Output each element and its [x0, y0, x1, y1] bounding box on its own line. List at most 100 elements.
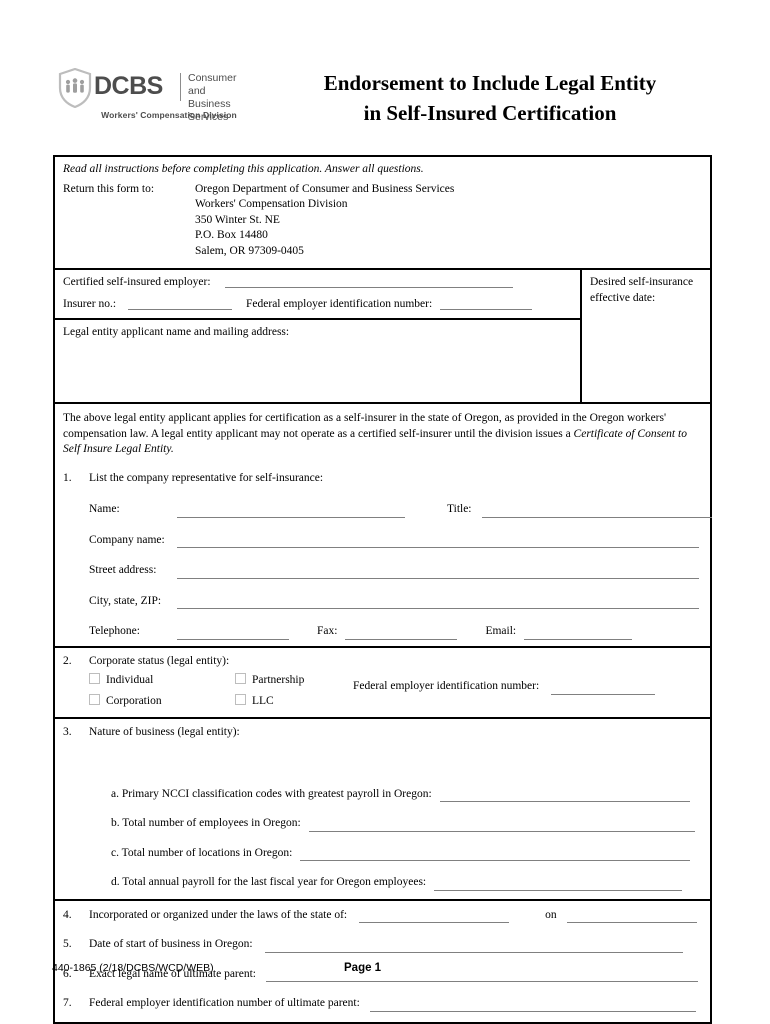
return-address-line-2: Workers' Compensation Division: [195, 198, 348, 210]
checkbox-corporation-box[interactable]: [89, 693, 100, 705]
checkbox-individual-box[interactable]: [89, 673, 100, 684]
insurer-no-input[interactable]: [128, 297, 233, 310]
rep-title-input[interactable]: [481, 505, 712, 518]
statement-and-item1-section: The above legal entity applicant applies…: [55, 402, 712, 646]
certified-employer-input[interactable]: [224, 275, 513, 288]
rep-city-label: City, state, ZIP:: [89, 594, 162, 607]
item-3c-label: c. Total number of locations in Oregon:: [111, 846, 293, 859]
item-3d-row: d. Total annual payroll for the last fis…: [89, 875, 702, 891]
rep-contact-row: Telephone: Fax: Email:: [89, 624, 712, 640]
employer-column: Certified self-insured employer: Insurer…: [55, 270, 580, 402]
desired-date-label-line2: effective date:: [590, 291, 656, 304]
checkbox-individual[interactable]: Individual: [89, 673, 235, 689]
dcbs-logo: DCBS Consumer and Business Services Work…: [54, 67, 237, 126]
corporate-status-col-1: Individual Corporation: [89, 673, 235, 709]
item-3-body: Nature of business (legal entity): a. Pr…: [89, 725, 702, 892]
insurer-no-label: Insurer no.:: [63, 298, 117, 310]
legal-entity-address-group: Legal entity applicant name and mailing …: [55, 318, 580, 402]
desired-date-column: Desired self-insurance effective date:: [580, 270, 710, 402]
item-3a-input[interactable]: [439, 789, 690, 802]
item-6-input[interactable]: [266, 969, 698, 982]
item-2-fein-label: Federal employer identification number:: [353, 680, 540, 692]
item-3-number: 3.: [63, 726, 72, 738]
item-4-on-label: on: [545, 908, 557, 921]
item-2-number: 2.: [63, 654, 72, 667]
checkbox-llc-box[interactable]: [235, 693, 246, 705]
item-2-fein-group: Federal employer identification number:: [353, 673, 702, 696]
form-body: Read all instructions before completing …: [53, 155, 712, 1024]
item-4-body: Incorporated or organized under the laws…: [89, 908, 702, 923]
page-title-line1: Endorsement to Include Legal Entity: [323, 71, 657, 95]
rep-name-input[interactable]: [177, 505, 405, 518]
item-3-answer-input[interactable]: [89, 741, 702, 785]
corporate-status-row: Individual Corporation Partnership LLC F…: [89, 673, 702, 709]
checkbox-corporation-label: Corporation: [106, 694, 162, 707]
page-title-line2: in Self-Insured Certification: [363, 101, 617, 125]
item-7-body: Federal employer identification number o…: [89, 996, 702, 1012]
item-4-date-input[interactable]: [566, 910, 697, 923]
dcbs-wordmark: DCBS: [94, 72, 163, 100]
rep-company-input[interactable]: [177, 535, 699, 548]
item-3d-input[interactable]: [434, 878, 683, 891]
item-4-label: Incorporated or organized under the laws…: [89, 908, 348, 921]
item-5-number: 5.: [63, 938, 72, 950]
rep-email-label: Email:: [485, 625, 517, 637]
rep-email-input[interactable]: [524, 627, 633, 640]
item-4-state-input[interactable]: [359, 910, 510, 923]
item-7-input[interactable]: [369, 999, 696, 1012]
desired-date-input[interactable]: [590, 306, 702, 366]
item-7-label: Federal employer identification number o…: [89, 997, 360, 1009]
checkbox-partnership[interactable]: Partnership: [235, 673, 353, 689]
item-3b-row: b. Total number of employees in Oregon:: [89, 816, 702, 832]
item-3d-label: d. Total annual payroll for the last fis…: [111, 876, 427, 888]
rep-name-row: Name: Title:: [89, 502, 712, 518]
document-header: DCBS Consumer and Business Services Work…: [0, 0, 770, 150]
item-3b-label: b. Total number of employees in Oregon:: [111, 817, 301, 829]
return-address-line-4: P.O. Box 14480: [195, 229, 268, 241]
checkbox-individual-label: Individual: [106, 674, 154, 686]
rep-city-input[interactable]: [177, 596, 699, 609]
item-5-input[interactable]: [264, 940, 683, 953]
certified-employer-group: Certified self-insured employer: Insurer…: [55, 270, 580, 318]
item-4-number: 4.: [63, 908, 72, 921]
fein-input[interactable]: [440, 297, 533, 310]
return-address-line-5: Salem, OR 97309-0405: [195, 244, 304, 257]
checkbox-corporation[interactable]: Corporation: [89, 693, 235, 710]
shield-people-icon: [58, 67, 92, 109]
item-7: 7. Federal employer identification numbe…: [63, 996, 702, 1013]
rep-fax-input[interactable]: [345, 627, 458, 640]
return-address-line-3: 350 Winter St. NE: [195, 213, 280, 226]
item-5: 5. Date of start of business in Oregon:: [63, 937, 702, 954]
item-3c-row: c. Total number of locations in Oregon:: [89, 846, 702, 861]
rep-title-label: Title:: [447, 503, 472, 515]
page-title: Endorsement to Include Legal Entity in S…: [240, 68, 740, 128]
item-3c-input[interactable]: [300, 848, 691, 861]
certified-employer-row: Certified self-insured employer:: [63, 275, 572, 288]
corporate-status-col-2: Partnership LLC: [235, 673, 353, 709]
desired-date-label-line1: Desired self-insurance: [590, 276, 694, 288]
item-2: 2. Corporate status (legal entity): Indi…: [63, 654, 702, 710]
item-7-number: 7.: [63, 997, 72, 1009]
rep-street-label: Street address:: [89, 564, 157, 576]
item-3a-label: a. Primary NCCI classification codes wit…: [111, 787, 432, 800]
item-3a-row: a. Primary NCCI classification codes wit…: [89, 787, 702, 802]
rep-company-row: Company name:: [89, 533, 712, 548]
item-2-fein-input[interactable]: [551, 682, 656, 695]
legal-entity-input[interactable]: [63, 341, 572, 387]
item-5-label: Date of start of business in Oregon:: [89, 938, 253, 950]
item-3: 3. Nature of business (legal entity): a.…: [63, 725, 702, 892]
item-2-body: Corporate status (legal entity): Individ…: [89, 654, 702, 710]
item-1-number: 1.: [63, 471, 72, 484]
instructions-section: Read all instructions before completing …: [55, 157, 710, 268]
logo-divider: [180, 73, 181, 101]
checkbox-llc[interactable]: LLC: [235, 693, 353, 710]
item-2-prompt: Corporate status (legal entity):: [89, 654, 230, 667]
rep-telephone-input[interactable]: [177, 627, 289, 640]
item-3b-input[interactable]: [308, 819, 695, 832]
item-1-body: List the company representative for self…: [89, 471, 712, 641]
checkbox-llc-label: LLC: [252, 694, 274, 707]
page-number: Page 1: [344, 962, 382, 974]
rep-street-input[interactable]: [177, 566, 699, 579]
checkbox-partnership-box[interactable]: [235, 673, 246, 684]
return-address-line-1: Oregon Department of Consumer and Busine…: [195, 182, 455, 195]
